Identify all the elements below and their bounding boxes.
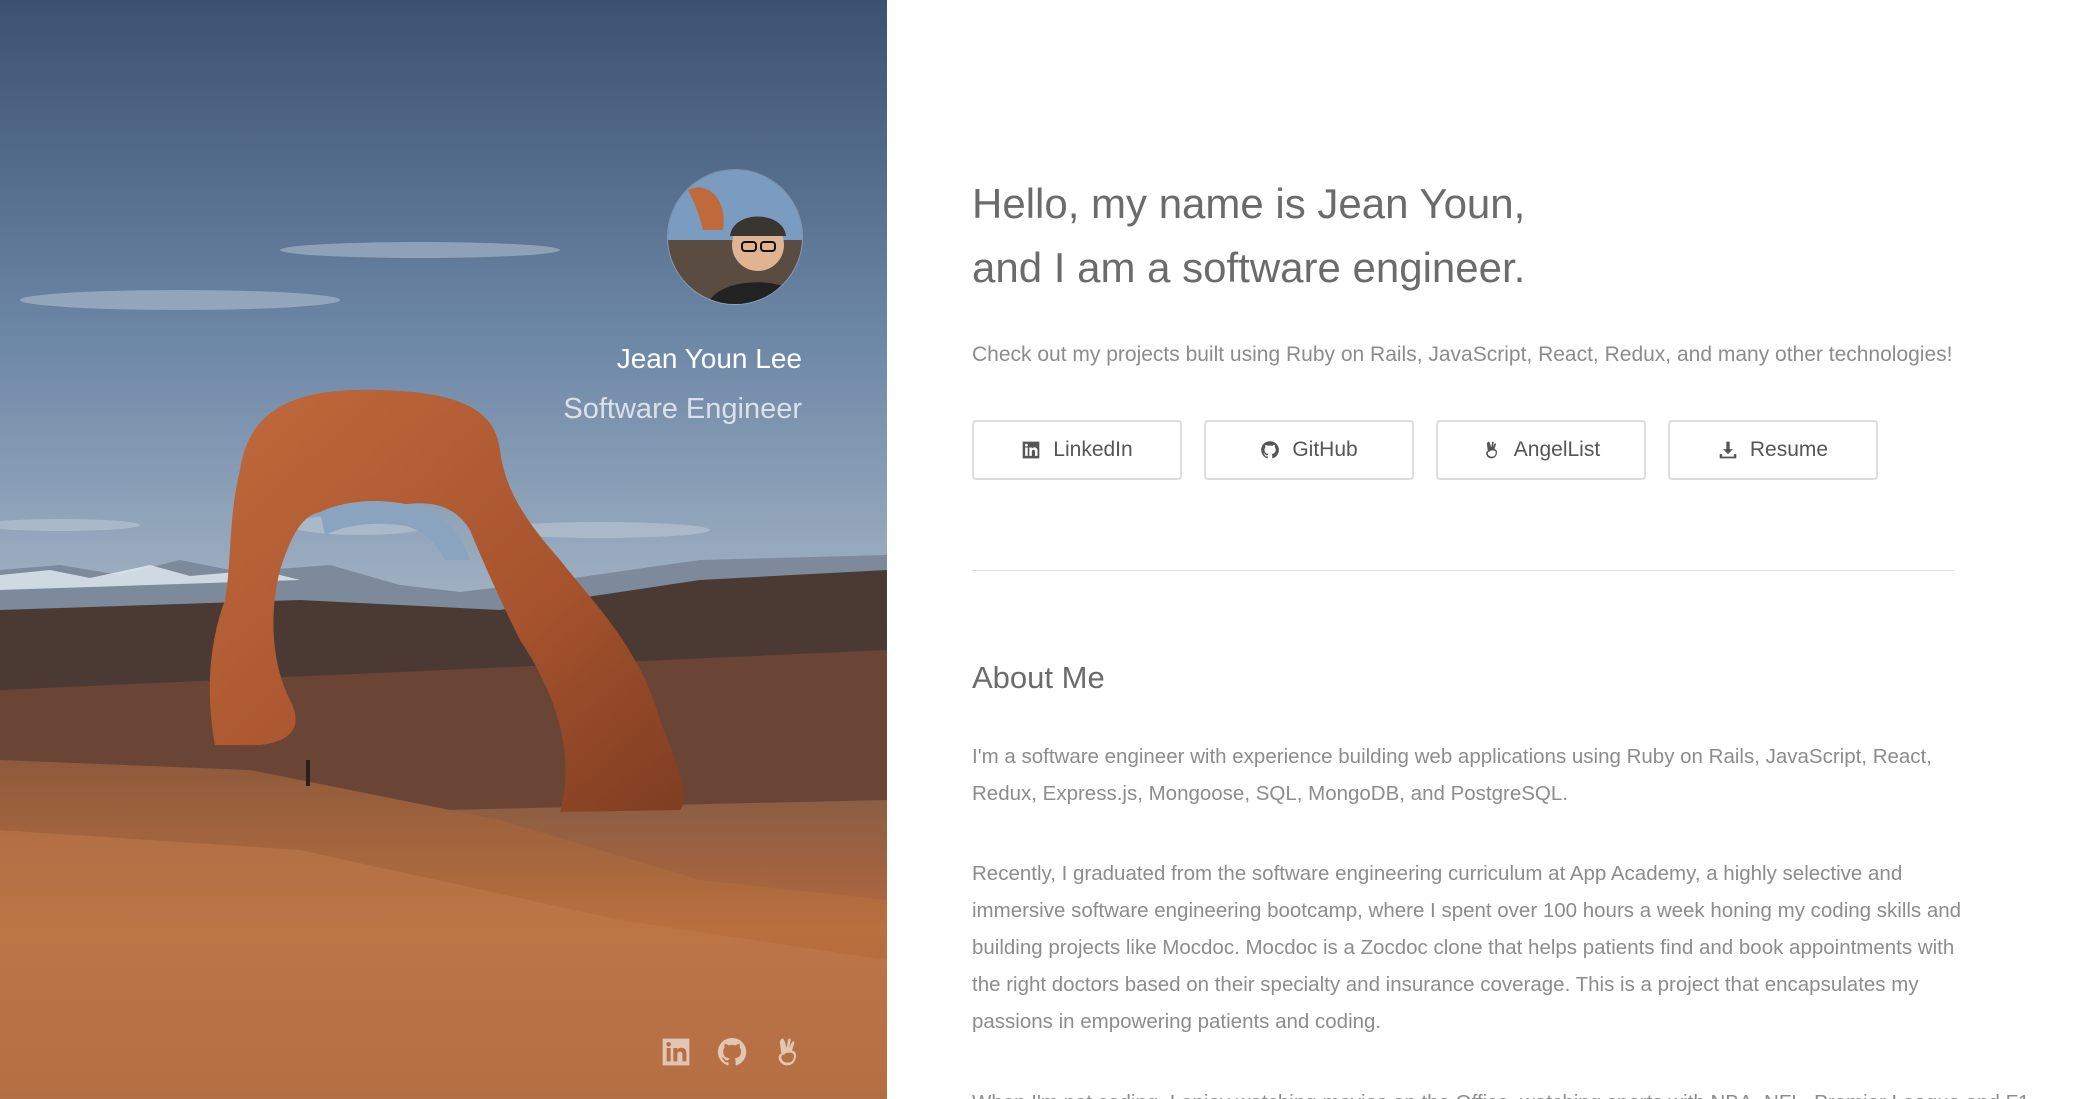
about-paragraph-1: I'm a software engineer with experience … [972,745,1932,805]
intro-text: Check out my projects built using Ruby o… [972,343,1953,366]
github-button[interactable]: GitHub [1204,420,1414,480]
hero-social-links [660,1036,804,1068]
hero-role: Software Engineer [563,393,802,425]
linkedin-button-label: LinkedIn [1053,438,1133,461]
github-icon[interactable] [716,1036,748,1068]
headline-line-2: and I am a software engineer. [972,244,1526,291]
linkedin-icon[interactable] [660,1036,692,1068]
about-title: About Me [972,660,1105,695]
angellist-icon [1485,441,1497,459]
download-icon [1719,441,1737,459]
resume-button-label: Resume [1749,438,1829,461]
profile-links: LinkedIn GitHub AngelList Resume [972,420,1878,480]
resume-button[interactable]: Resume [1668,420,1878,480]
angellist-button[interactable]: AngelList [1436,420,1646,480]
avatar [668,170,802,304]
hero-background-image [0,0,887,1099]
page-title: Hello, my name is Jean Youn, and I am a … [972,172,1525,300]
hero-name: Jean Youn Lee [616,343,802,374]
headline-line-1: Hello, my name is Jean Youn, [972,180,1526,227]
github-button-label: GitHub [1292,438,1358,461]
angellist-icon[interactable] [772,1036,804,1068]
about-paragraph-3: When I'm not coding, I enjoy watching mo… [972,1084,2030,1099]
main-content: Hello, my name is Jean Youn, and I am a … [887,0,2100,1099]
hero-panel: Jean Youn Lee Software Engineer [0,0,887,1099]
about-paragraph-2: Recently, I graduated from the software … [972,862,1962,1033]
linkedin-icon [1022,441,1040,459]
angellist-button-label: AngelList [1513,438,1601,461]
linkedin-button[interactable]: LinkedIn [972,420,1182,480]
section-divider [972,570,1954,571]
github-icon [1261,441,1280,459]
